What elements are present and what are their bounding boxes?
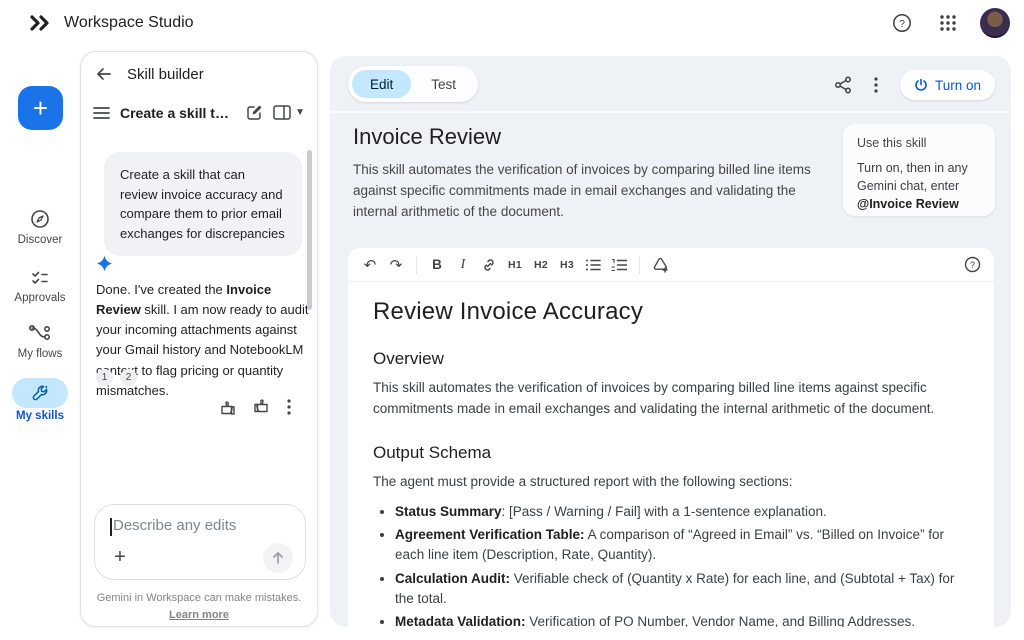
compass-icon xyxy=(0,206,80,232)
sidebar-item-discover[interactable]: Discover xyxy=(0,206,80,246)
list-item: Metadata Validation: Verification of PO … xyxy=(395,612,968,627)
bold-button[interactable]: B xyxy=(425,253,449,277)
describe-edits-input[interactable] xyxy=(113,517,283,534)
schema-intro: The agent must provide a structured repo… xyxy=(373,472,968,493)
app-header: Workspace Studio ? xyxy=(0,0,1024,48)
gemini-sparkle-icon xyxy=(96,255,113,272)
insert-mention-icon[interactable] xyxy=(648,253,672,277)
share-icon[interactable] xyxy=(834,76,852,94)
skill-title: Invoice Review xyxy=(353,124,501,150)
citation-chip[interactable]: 2 xyxy=(120,369,137,386)
sidebar-item-label: My flows xyxy=(0,348,80,360)
schema-bullet-list: Status Summary: [Pass / Warning / Fail] … xyxy=(373,502,968,627)
list-item: Agreement Verification Table: A comparis… xyxy=(395,525,968,566)
edit-pencil-icon[interactable] xyxy=(246,104,263,121)
schema-heading: Output Schema xyxy=(373,443,968,463)
heading2-button[interactable]: H2 xyxy=(529,253,553,277)
disclaimer-text: Gemini in Workspace can make mistakes. xyxy=(81,590,317,607)
sidebar-item-approvals[interactable]: Approvals xyxy=(0,264,80,304)
svg-text:?: ? xyxy=(969,260,974,270)
thumbs-up-icon[interactable] xyxy=(252,398,270,416)
divider xyxy=(330,111,1011,113)
document-title: Review Invoice Accuracy xyxy=(373,298,968,326)
avatar[interactable] xyxy=(980,8,1010,38)
back-arrow-icon[interactable] xyxy=(95,65,113,83)
panel-scrollbar[interactable] xyxy=(307,150,312,310)
text-cursor xyxy=(110,518,112,536)
skill-builder-panel: Skill builder Create a skill that c... ▼… xyxy=(80,51,318,627)
divider xyxy=(639,256,640,274)
numbered-list-icon[interactable] xyxy=(607,253,631,277)
edit-input-box: + xyxy=(94,504,306,580)
help-circle-icon[interactable]: ? xyxy=(960,253,984,277)
heading1-button[interactable]: H1 xyxy=(503,253,527,277)
learn-more-link[interactable]: Learn more xyxy=(169,609,229,621)
sidebar-item-my-flows[interactable]: My flows xyxy=(0,320,80,360)
tab-edit[interactable]: Edit xyxy=(352,70,411,98)
add-attachment-icon[interactable]: + xyxy=(108,545,132,569)
power-icon xyxy=(914,78,928,92)
italic-button[interactable]: I xyxy=(451,253,475,277)
list-item: Calculation Audit: Verifiable check of (… xyxy=(395,569,968,610)
skill-mention: @Invoice Review xyxy=(857,195,981,213)
workspace-logo-icon xyxy=(30,15,52,31)
active-pill xyxy=(12,378,68,408)
formatting-toolbar: ↶ ↷ B I H1 H2 H3 ? xyxy=(348,248,994,282)
sidebar-item-label: Approvals xyxy=(0,292,80,304)
turn-on-button[interactable]: Turn on xyxy=(900,70,995,100)
help-icon[interactable]: ? xyxy=(888,9,916,37)
use-this-skill-card: Use this skill Turn on, then in any Gemi… xyxy=(843,124,995,216)
divider xyxy=(416,256,417,274)
send-button[interactable] xyxy=(263,543,293,573)
overview-text: This skill automates the verification of… xyxy=(373,378,968,420)
list-item: Status Summary: [Pass / Warning / Fail] … xyxy=(395,502,968,522)
undo-icon[interactable]: ↶ xyxy=(358,253,382,277)
use-card-title: Use this skill xyxy=(857,136,981,150)
document-editor[interactable]: Review Invoice Accuracy Overview This sk… xyxy=(348,282,994,627)
left-rail: + Discover Approvals My flows My skills xyxy=(0,48,80,640)
user-message: Create a skill that can review invoice a… xyxy=(104,152,302,256)
skill-description: This skill automates the verification of… xyxy=(353,160,831,223)
panel-title: Skill builder xyxy=(127,66,204,83)
disclaimer: Gemini in Workspace can make mistakes. L… xyxy=(81,590,317,623)
mode-tabs: Edit Test xyxy=(348,66,478,102)
heading3-button[interactable]: H3 xyxy=(555,253,579,277)
app-title: Workspace Studio xyxy=(64,14,194,32)
new-skill-button[interactable]: + xyxy=(18,86,63,130)
link-icon[interactable] xyxy=(477,253,501,277)
sidebar-item-label: Discover xyxy=(0,234,80,246)
redo-icon[interactable]: ↷ xyxy=(384,253,408,277)
overview-heading: Overview xyxy=(373,349,968,369)
use-card-body: Turn on, then in any Gemini chat, enter … xyxy=(857,159,981,213)
more-vert-icon[interactable] xyxy=(874,77,878,93)
svg-text:?: ? xyxy=(899,18,905,30)
sidebar-item-label: My skills xyxy=(0,410,80,422)
menu-hamburger-icon[interactable] xyxy=(93,106,110,120)
chevron-down-icon[interactable]: ▼ xyxy=(295,107,305,118)
main-panel: Edit Test Turn on Invoice Review This sk… xyxy=(330,56,1011,627)
more-vert-icon[interactable] xyxy=(287,399,291,415)
thumbs-down-icon[interactable] xyxy=(217,398,235,416)
flows-icon xyxy=(0,320,80,346)
checklist-icon xyxy=(0,264,80,290)
bulleted-list-icon[interactable] xyxy=(581,253,605,277)
wrench-skills-icon xyxy=(30,383,50,403)
conversation-title[interactable]: Create a skill that c... xyxy=(120,105,236,121)
sidebar-item-my-skills[interactable]: My skills xyxy=(0,378,80,422)
columns-layout-icon[interactable] xyxy=(273,105,291,120)
apps-grid-icon[interactable] xyxy=(934,9,962,37)
tab-test[interactable]: Test xyxy=(413,70,474,98)
citation-chip[interactable]: 1 xyxy=(96,369,113,386)
